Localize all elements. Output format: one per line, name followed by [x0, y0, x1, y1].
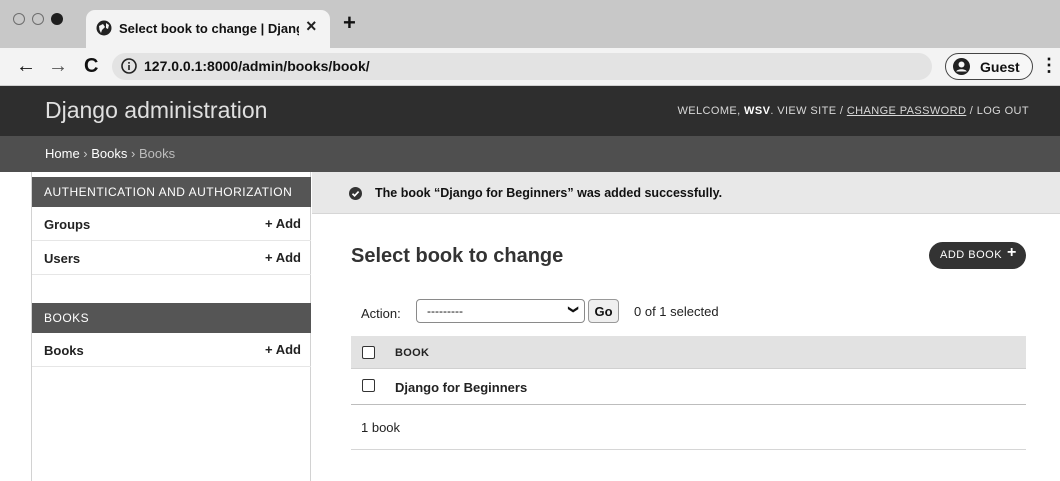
table-row: Django for Beginners — [351, 369, 1026, 405]
add-book-link[interactable]: + Add — [265, 342, 301, 357]
paginator: 1 book — [351, 405, 1026, 450]
profile-icon — [953, 58, 970, 75]
log-out-link[interactable]: LOG OUT — [977, 105, 1029, 117]
selection-counter: 0 of 1 selected — [634, 304, 719, 319]
new-tab-button[interactable]: + — [343, 10, 356, 36]
tab-title: Select book to change | Django site admi… — [119, 21, 299, 36]
row-checkbox[interactable] — [362, 379, 375, 392]
forward-arrow-icon[interactable]: → — [48, 55, 68, 78]
welcome-text: WELCOME, — [677, 105, 745, 117]
user-tools: WELCOME, WSV. VIEW SITE / CHANGE PASSWOR… — [677, 105, 1029, 117]
zoom-window-button[interactable] — [51, 13, 63, 25]
breadcrumb-home-link[interactable]: Home — [45, 146, 80, 161]
sidebar-item-label[interactable]: Users — [44, 251, 80, 266]
page-title: Select book to change — [351, 245, 564, 267]
back-arrow-icon[interactable]: ← — [16, 55, 36, 78]
globe-icon — [96, 20, 112, 36]
sidebar: AUTHENTICATION AND AUTHORIZATION Groups … — [31, 172, 311, 481]
change-password-link[interactable]: CHANGE PASSWORD — [847, 105, 966, 117]
breadcrumb-separator: › — [79, 146, 92, 161]
module-caption-auth[interactable]: AUTHENTICATION AND AUTHORIZATION — [32, 177, 311, 207]
results-table-header: BOOK — [351, 336, 1026, 369]
browser-tab-strip: Select book to change | Django site admi… — [0, 0, 1060, 48]
info-icon[interactable] — [121, 58, 137, 74]
browser-toolbar: ← → C 127.0.0.1:8000/admin/books/book/ G… — [0, 48, 1060, 86]
sidebar-item-label[interactable]: Books — [44, 343, 84, 358]
profile-button[interactable]: Guest — [945, 53, 1033, 80]
go-button[interactable]: Go — [588, 299, 619, 323]
add-group-link[interactable]: + Add — [265, 216, 301, 231]
checkmark-icon — [349, 187, 362, 200]
reload-icon[interactable]: C — [84, 55, 98, 78]
user-tools-separator: / — [836, 105, 847, 117]
profile-label: Guest — [980, 59, 1020, 75]
message-suffix: ” was added successfully. — [567, 186, 723, 200]
select-all-checkbox[interactable] — [362, 346, 375, 359]
sidebar-item-users: Users + Add — [32, 241, 311, 275]
address-bar[interactable]: 127.0.0.1:8000/admin/books/book/ — [112, 53, 932, 80]
url-text[interactable]: 127.0.0.1:8000/admin/books/book/ — [144, 58, 370, 74]
close-window-button[interactable] — [13, 13, 25, 25]
action-select-value: --------- — [427, 304, 463, 318]
breadcrumb-separator: › — [127, 146, 139, 161]
minimize-window-button[interactable] — [32, 13, 44, 25]
tab-close-icon[interactable]: × — [306, 16, 317, 37]
message-prefix: The book “ — [375, 186, 441, 200]
more-menu-icon[interactable]: ⋮ — [1040, 55, 1058, 76]
chevron-down-icon: ❯ — [567, 305, 579, 314]
action-select[interactable]: --------- ❯ — [416, 299, 585, 323]
sidebar-item-label[interactable]: Groups — [44, 217, 90, 232]
admin-header: Django administration WELCOME, WSV. VIEW… — [0, 86, 1060, 136]
message-object: Django for Beginners — [440, 186, 568, 200]
view-site-link[interactable]: VIEW SITE — [777, 105, 836, 117]
username: WSV — [744, 105, 771, 117]
action-label: Action: — [361, 306, 401, 321]
breadcrumb: Home › Books › Books — [0, 136, 1060, 172]
breadcrumb-app-link[interactable]: Books — [91, 146, 127, 161]
result-count: 1 book — [361, 420, 401, 435]
user-tools-separator: / — [966, 105, 977, 117]
actions-bar: Action: --------- ❯ Go 0 of 1 selected — [351, 296, 1026, 327]
message-text: The book “Django for Beginners” was adde… — [375, 186, 722, 200]
breadcrumb-current: Books — [138, 146, 176, 161]
sidebar-item-groups: Groups + Add — [32, 207, 311, 241]
column-header-book[interactable]: BOOK — [395, 347, 429, 359]
module-caption-books[interactable]: BOOKS — [32, 303, 311, 333]
plus-icon: + — [1007, 244, 1017, 261]
browser-tab[interactable]: Select book to change | Django site admi… — [86, 10, 330, 48]
add-book-label: ADD BOOK — [940, 249, 1003, 261]
book-link[interactable]: Django for Beginners — [395, 380, 527, 395]
add-book-button[interactable]: ADD BOOK + — [929, 242, 1026, 269]
success-message: The book “Django for Beginners” was adde… — [312, 172, 1060, 214]
sidebar-item-books: Books + Add — [32, 333, 311, 367]
site-branding[interactable]: Django administration — [45, 97, 267, 124]
add-user-link[interactable]: + Add — [265, 250, 301, 265]
